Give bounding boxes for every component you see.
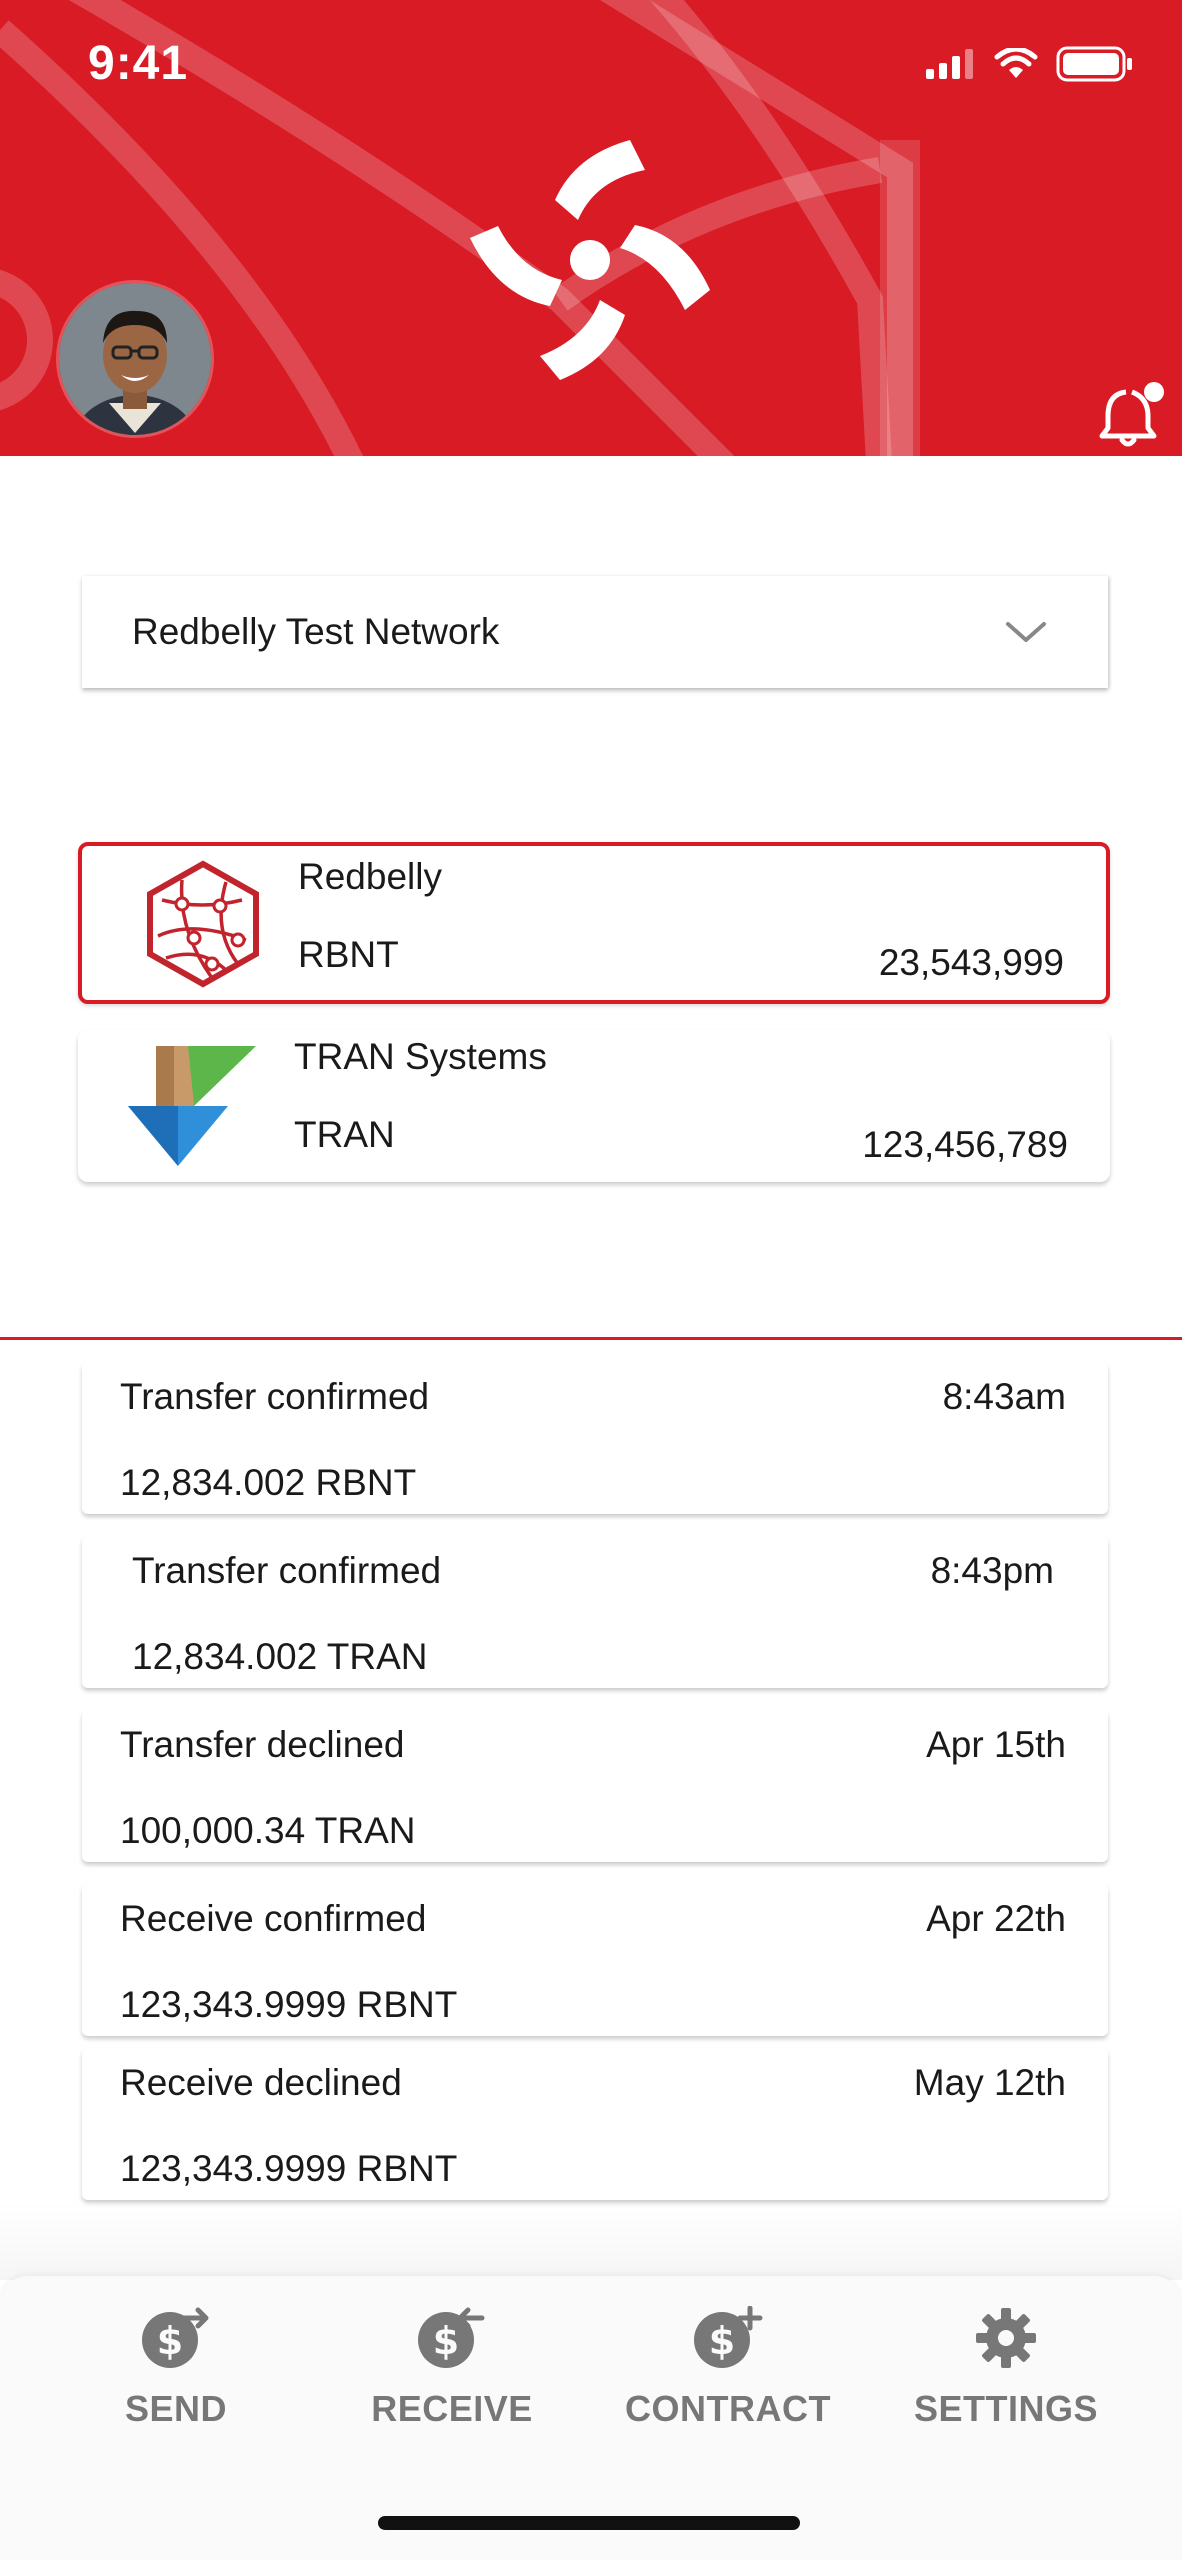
nav-contract-button[interactable]: $ CONTRACT	[608, 2294, 848, 2454]
network-select-value: Redbelly Test Network	[132, 611, 500, 652]
send-money-icon: $	[142, 2307, 209, 2368]
header-banner: 9:41	[0, 0, 1182, 456]
transaction-amount: 12,834.002 TRAN	[132, 1636, 428, 1677]
transaction-title: Receive declined	[120, 2062, 402, 2103]
user-avatar[interactable]	[56, 280, 214, 438]
transaction-time: May 12th	[913, 2062, 1066, 2103]
token-symbol: RBNT	[298, 934, 399, 975]
transaction-amount: 123,343.9999 RBNT	[120, 1984, 458, 2025]
transaction-item[interactable]: Transfer declined Apr 15th 100,000.34 TR…	[82, 1710, 1108, 1862]
token-name: TRAN Systems	[294, 1036, 547, 1077]
transaction-item[interactable]: Transfer confirmed 8:43pm 12,834.002 TRA…	[82, 1536, 1108, 1688]
token-balance: 23,543,999	[878, 942, 1064, 983]
tran-token-icon	[128, 1046, 256, 1166]
redbelly-logo	[470, 140, 710, 380]
chevron-down-icon	[1006, 622, 1046, 642]
nav-settings-label: SETTINGS	[913, 2388, 1099, 2429]
redbelly-token-icon	[147, 860, 259, 988]
token-card-redbelly[interactable]: Redbelly RBNT 23,543,999	[78, 842, 1110, 1004]
transaction-item[interactable]: Transfer confirmed 8:43am 12,834.002 RBN…	[82, 1362, 1108, 1514]
transaction-title: Receive confirmed	[120, 1898, 427, 1939]
transaction-title: Transfer declined	[120, 1724, 405, 1765]
transaction-title: Transfer confirmed	[120, 1376, 430, 1417]
contract-money-icon: $	[694, 2306, 763, 2368]
svg-text:$: $	[157, 2319, 183, 2363]
nav-receive-label: RECEIVE	[371, 2388, 533, 2429]
transaction-time: 8:43pm	[930, 1550, 1054, 1591]
token-name: Redbelly	[298, 856, 442, 897]
avatar-portrait	[59, 283, 211, 435]
bottom-fade	[0, 2200, 1182, 2280]
nav-settings-button[interactable]: SETTINGS	[886, 2294, 1126, 2454]
transaction-time: Apr 22th	[926, 1898, 1066, 1939]
network-select[interactable]: Redbelly Test Network	[82, 576, 1108, 688]
nav-send-label: SEND	[124, 2388, 228, 2429]
svg-text:$: $	[433, 2319, 459, 2363]
nav-send-button[interactable]: $ SEND	[56, 2294, 296, 2454]
notification-bell-icon[interactable]	[1096, 380, 1166, 450]
status-time: 9:41	[88, 37, 189, 90]
receive-money-icon: $	[418, 2307, 485, 2368]
gear-icon	[976, 2308, 1036, 2368]
transaction-amount: 123,343.9999 RBNT	[120, 2148, 458, 2189]
transaction-item[interactable]: Receive declined May 12th 123,343.9999 R…	[82, 2048, 1108, 2200]
transaction-time: Apr 15th	[926, 1724, 1066, 1765]
wifi-icon	[994, 48, 1038, 78]
nav-receive-button[interactable]: $ RECEIVE	[332, 2294, 572, 2454]
battery-icon	[1056, 46, 1132, 82]
transaction-title: Transfer confirmed	[132, 1550, 442, 1591]
svg-text:$: $	[709, 2319, 735, 2363]
transaction-amount: 12,834.002 RBNT	[120, 1462, 417, 1503]
transaction-item[interactable]: Receive confirmed Apr 22th 123,343.9999 …	[82, 1884, 1108, 2036]
cellular-signal-icon	[926, 49, 973, 79]
transaction-time: 8:43am	[942, 1376, 1066, 1417]
token-card-tran[interactable]: TRAN Systems TRAN 123,456,789	[78, 1030, 1110, 1182]
status-icons	[926, 46, 1134, 82]
section-divider	[0, 1337, 1182, 1340]
nav-contract-label: CONTRACT	[625, 2388, 831, 2429]
transaction-amount: 100,000.34 TRAN	[120, 1810, 416, 1851]
token-symbol: TRAN	[294, 1114, 395, 1155]
home-indicator	[378, 2516, 800, 2530]
token-balance: 123,456,789	[862, 1124, 1068, 1165]
